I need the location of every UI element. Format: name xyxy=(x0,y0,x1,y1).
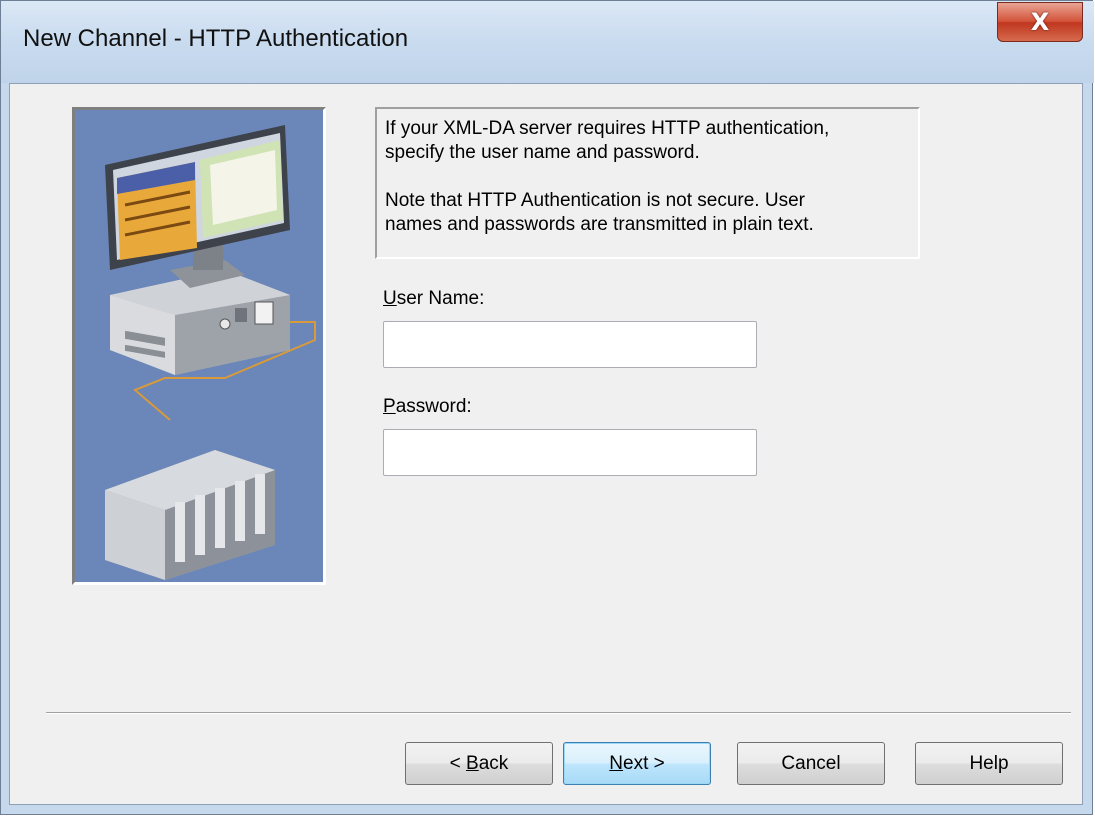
username-label-text: ser Name: xyxy=(396,288,485,309)
back-button-label: ack xyxy=(478,752,509,774)
button-separator xyxy=(46,712,1071,714)
back-button-mnemonic: B xyxy=(466,752,479,774)
password-input[interactable] xyxy=(383,429,757,476)
window-title: New Channel - HTTP Authentication xyxy=(23,25,409,52)
dialog-body: If your XML-DA server requires HTTP auth… xyxy=(9,83,1083,805)
password-label-mnemonic: P xyxy=(383,396,396,417)
username-input[interactable] xyxy=(383,321,757,368)
info-paragraph-1: If your XML-DA server requires HTTP auth… xyxy=(385,118,830,163)
close-icon: X xyxy=(1030,8,1050,36)
cancel-button[interactable]: Cancel xyxy=(737,742,885,785)
next-button[interactable]: Next > xyxy=(563,742,711,785)
back-button[interactable]: < Back xyxy=(405,742,553,785)
illustration-graphic xyxy=(75,110,323,582)
info-paragraph-2: Note that HTTP Authentication is not sec… xyxy=(385,190,814,235)
close-button[interactable]: X xyxy=(997,2,1083,42)
password-label: Password: xyxy=(383,396,472,418)
next-button-label: ext > xyxy=(623,752,665,774)
username-label: User Name: xyxy=(383,288,484,310)
dialog-window: New Channel - HTTP Authentication X If y… xyxy=(0,0,1094,815)
info-panel: If your XML-DA server requires HTTP auth… xyxy=(375,107,920,259)
username-label-mnemonic: U xyxy=(383,288,397,309)
help-button[interactable]: Help xyxy=(915,742,1063,785)
title-bar[interactable]: New Channel - HTTP Authentication X xyxy=(1,1,1094,83)
computer-plc-network-illustration xyxy=(72,107,326,585)
back-button-prefix: < xyxy=(449,752,467,774)
next-button-mnemonic: N xyxy=(609,752,623,774)
password-label-text: assword: xyxy=(395,396,472,417)
